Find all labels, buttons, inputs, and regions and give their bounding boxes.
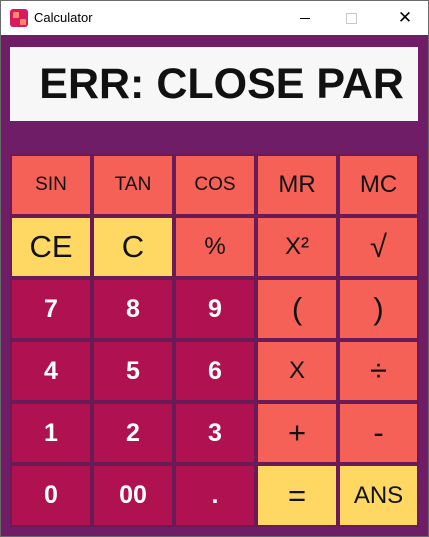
plus-button[interactable]: + [256,402,338,464]
digit-9-button[interactable]: 9 [174,278,256,340]
window-title: Calculator [34,10,93,25]
memory-clear-button[interactable]: MC [338,154,419,216]
square-root-button[interactable]: √ [338,216,419,278]
close-button[interactable]: ✕ [382,1,428,35]
clear-button[interactable]: C [92,216,174,278]
display-text: ERR: CLOSE PAR [39,59,404,108]
tan-button[interactable]: TAN [92,154,174,216]
multiply-button[interactable]: X [256,340,338,402]
digit-0-button[interactable]: 0 [10,464,92,527]
square-button[interactable]: X² [256,216,338,278]
calculator-window: Calculator ✕ ERR: CLOSE PAR SIN TAN COS … [0,0,429,537]
equals-button[interactable]: = [256,464,338,527]
calculator-display: ERR: CLOSE PAR [10,47,418,121]
answer-button[interactable]: ANS [338,464,419,527]
digit-6-button[interactable]: 6 [174,340,256,402]
title-bar[interactable]: Calculator ✕ [1,1,428,35]
open-paren-button[interactable]: ( [256,278,338,340]
sin-button[interactable]: SIN [10,154,92,216]
decimal-point-button[interactable]: . [174,464,256,527]
close-icon: ✕ [397,7,413,28]
digit-4-button[interactable]: 4 [10,340,92,402]
digit-3-button[interactable]: 3 [174,402,256,464]
calculator-app-icon [10,9,28,27]
minus-button[interactable]: - [338,402,419,464]
maximize-button[interactable] [328,1,374,35]
minimize-icon [300,17,310,19]
clear-entry-button[interactable]: CE [10,216,92,278]
minimize-button[interactable] [282,1,328,35]
cos-button[interactable]: COS [174,154,256,216]
maximize-icon [345,12,357,24]
keypad: SIN TAN COS MR MC CE C % X² √ 7 8 9 ( ) … [10,154,419,527]
digit-7-button[interactable]: 7 [10,278,92,340]
digit-2-button[interactable]: 2 [92,402,174,464]
digit-1-button[interactable]: 1 [10,402,92,464]
digit-5-button[interactable]: 5 [92,340,174,402]
memory-recall-button[interactable]: MR [256,154,338,216]
close-paren-button[interactable]: ) [338,278,419,340]
percent-button[interactable]: % [174,216,256,278]
digit-8-button[interactable]: 8 [92,278,174,340]
divide-button[interactable]: ÷ [338,340,419,402]
double-zero-button[interactable]: 00 [92,464,174,527]
